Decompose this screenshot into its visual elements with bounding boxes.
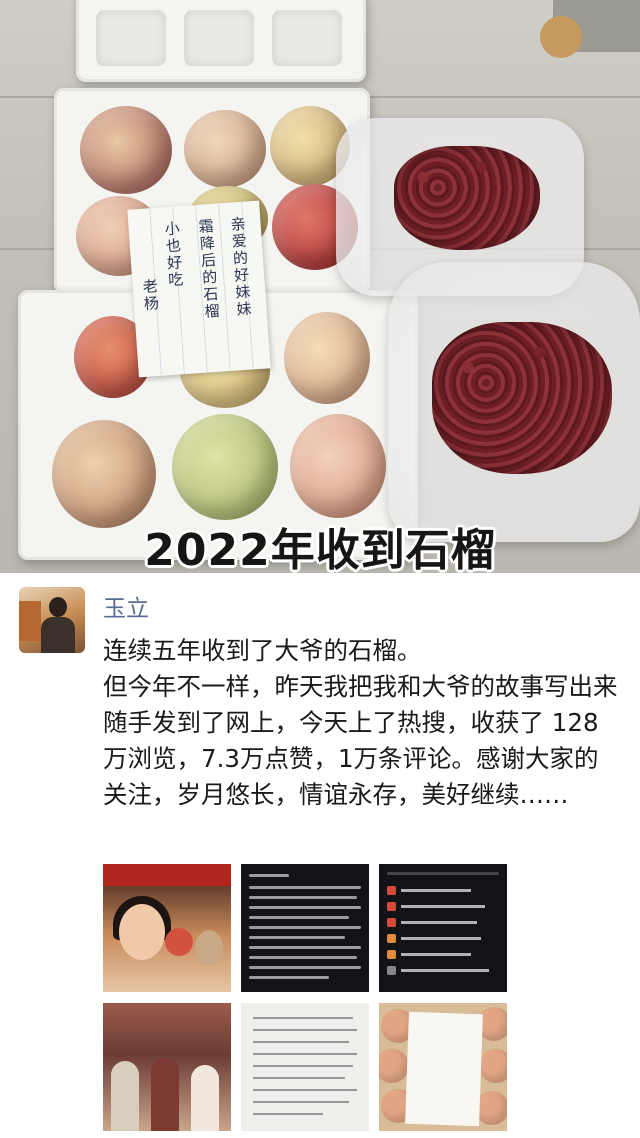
image-grid bbox=[103, 864, 507, 1134]
avatar[interactable] bbox=[19, 587, 85, 653]
chair-leg bbox=[540, 16, 582, 58]
thumb-pomegranate-woman[interactable] bbox=[103, 864, 231, 992]
photo-caption: 2022年收到石榴 bbox=[144, 525, 496, 573]
thumb-family-photo[interactable] bbox=[103, 1003, 231, 1131]
author-name[interactable]: 玉立 bbox=[103, 589, 149, 623]
pomegranate bbox=[290, 414, 386, 518]
pomegranate bbox=[80, 106, 172, 194]
thumb-handwritten-letter[interactable] bbox=[241, 1003, 369, 1131]
pomegranate bbox=[184, 110, 266, 188]
red-beans bbox=[432, 322, 612, 474]
pomegranate bbox=[172, 414, 278, 520]
post-photo-pomegranates: 亲爱的好妹妹 霜降后的石榴 小也好吃 老杨 2022年收到石榴 bbox=[0, 0, 640, 573]
thumb-hot-search-list[interactable] bbox=[379, 864, 507, 992]
pomegranate bbox=[284, 312, 370, 404]
note-line: 小也好吃 bbox=[162, 220, 185, 290]
note-line: 老杨 bbox=[140, 277, 161, 313]
red-beans bbox=[394, 146, 540, 250]
thumb-post-screenshot[interactable] bbox=[241, 864, 369, 992]
handwritten-note: 亲爱的好妹妹 霜降后的石榴 小也好吃 老杨 bbox=[127, 200, 271, 378]
thumb-pomegranates-note[interactable] bbox=[379, 1003, 507, 1131]
pomegranate bbox=[52, 420, 156, 528]
empty-egg-tray bbox=[76, 0, 366, 82]
note-line: 霜降后的石榴 bbox=[196, 217, 222, 321]
note-line: 亲爱的好妹妹 bbox=[228, 215, 254, 319]
post-text: 连续五年收到了大爷的石榴。 但今年不一样，昨天我把我和大爷的故事写出来随手发到了… bbox=[103, 636, 618, 809]
